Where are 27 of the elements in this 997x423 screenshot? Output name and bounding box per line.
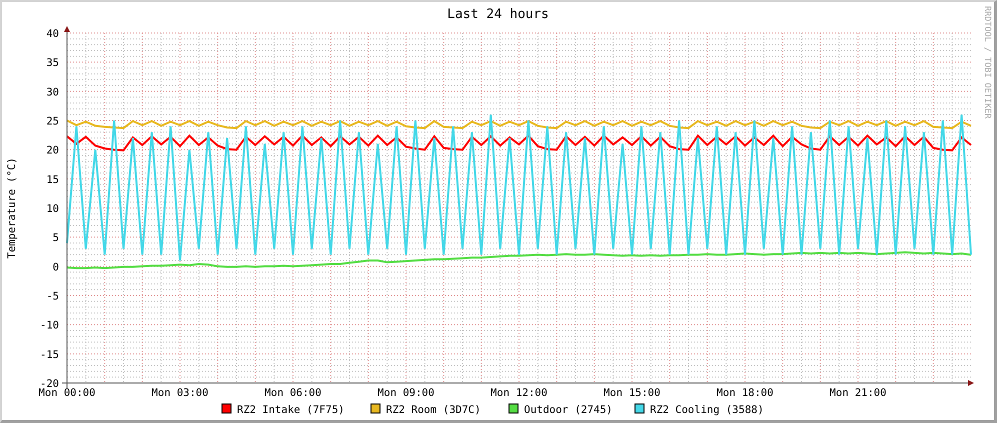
axis-label: 25 <box>46 116 59 128</box>
axis-label: 5 <box>52 232 59 244</box>
axis-label: Mon 03:00 <box>152 387 208 399</box>
legend-label: RZ2 Cooling (3588) <box>650 404 764 416</box>
axis-label: Mon 00:00 <box>38 387 96 399</box>
credit-text: RRDTOOL / TOBI OETIKER <box>982 6 992 119</box>
axis-label: -5 <box>46 290 59 302</box>
axis-label: Mon 15:00 <box>604 387 660 399</box>
axis-label: Mon 21:00 <box>830 387 886 399</box>
axis-label: -10 <box>40 320 59 332</box>
axis-label: Mon 09:00 <box>378 387 434 399</box>
axis-label: Mon 12:00 <box>490 387 548 399</box>
axis-label: 35 <box>46 57 59 70</box>
axis-label: 20 <box>46 144 59 157</box>
axis-label: Mon 18:00 <box>716 387 774 399</box>
legend-label: RZ2 Room (3D7C) <box>386 404 481 416</box>
axis-label: -15 <box>40 348 59 361</box>
axis-label: Mon 06:00 <box>264 387 322 399</box>
axis-label: 10 <box>46 203 59 215</box>
axis-label: 15 <box>46 174 59 186</box>
legend-label: RZ2 Intake (7F75) <box>237 404 344 416</box>
axis-label: 30 <box>46 86 59 98</box>
axis-label: 40 <box>46 28 59 40</box>
chart-title: Last 24 hours <box>447 7 549 22</box>
axis-label: 0 <box>52 261 59 274</box>
axis-title: Temperature (°C) <box>6 157 18 259</box>
legend-label: Outdoor (2745) <box>524 404 613 416</box>
